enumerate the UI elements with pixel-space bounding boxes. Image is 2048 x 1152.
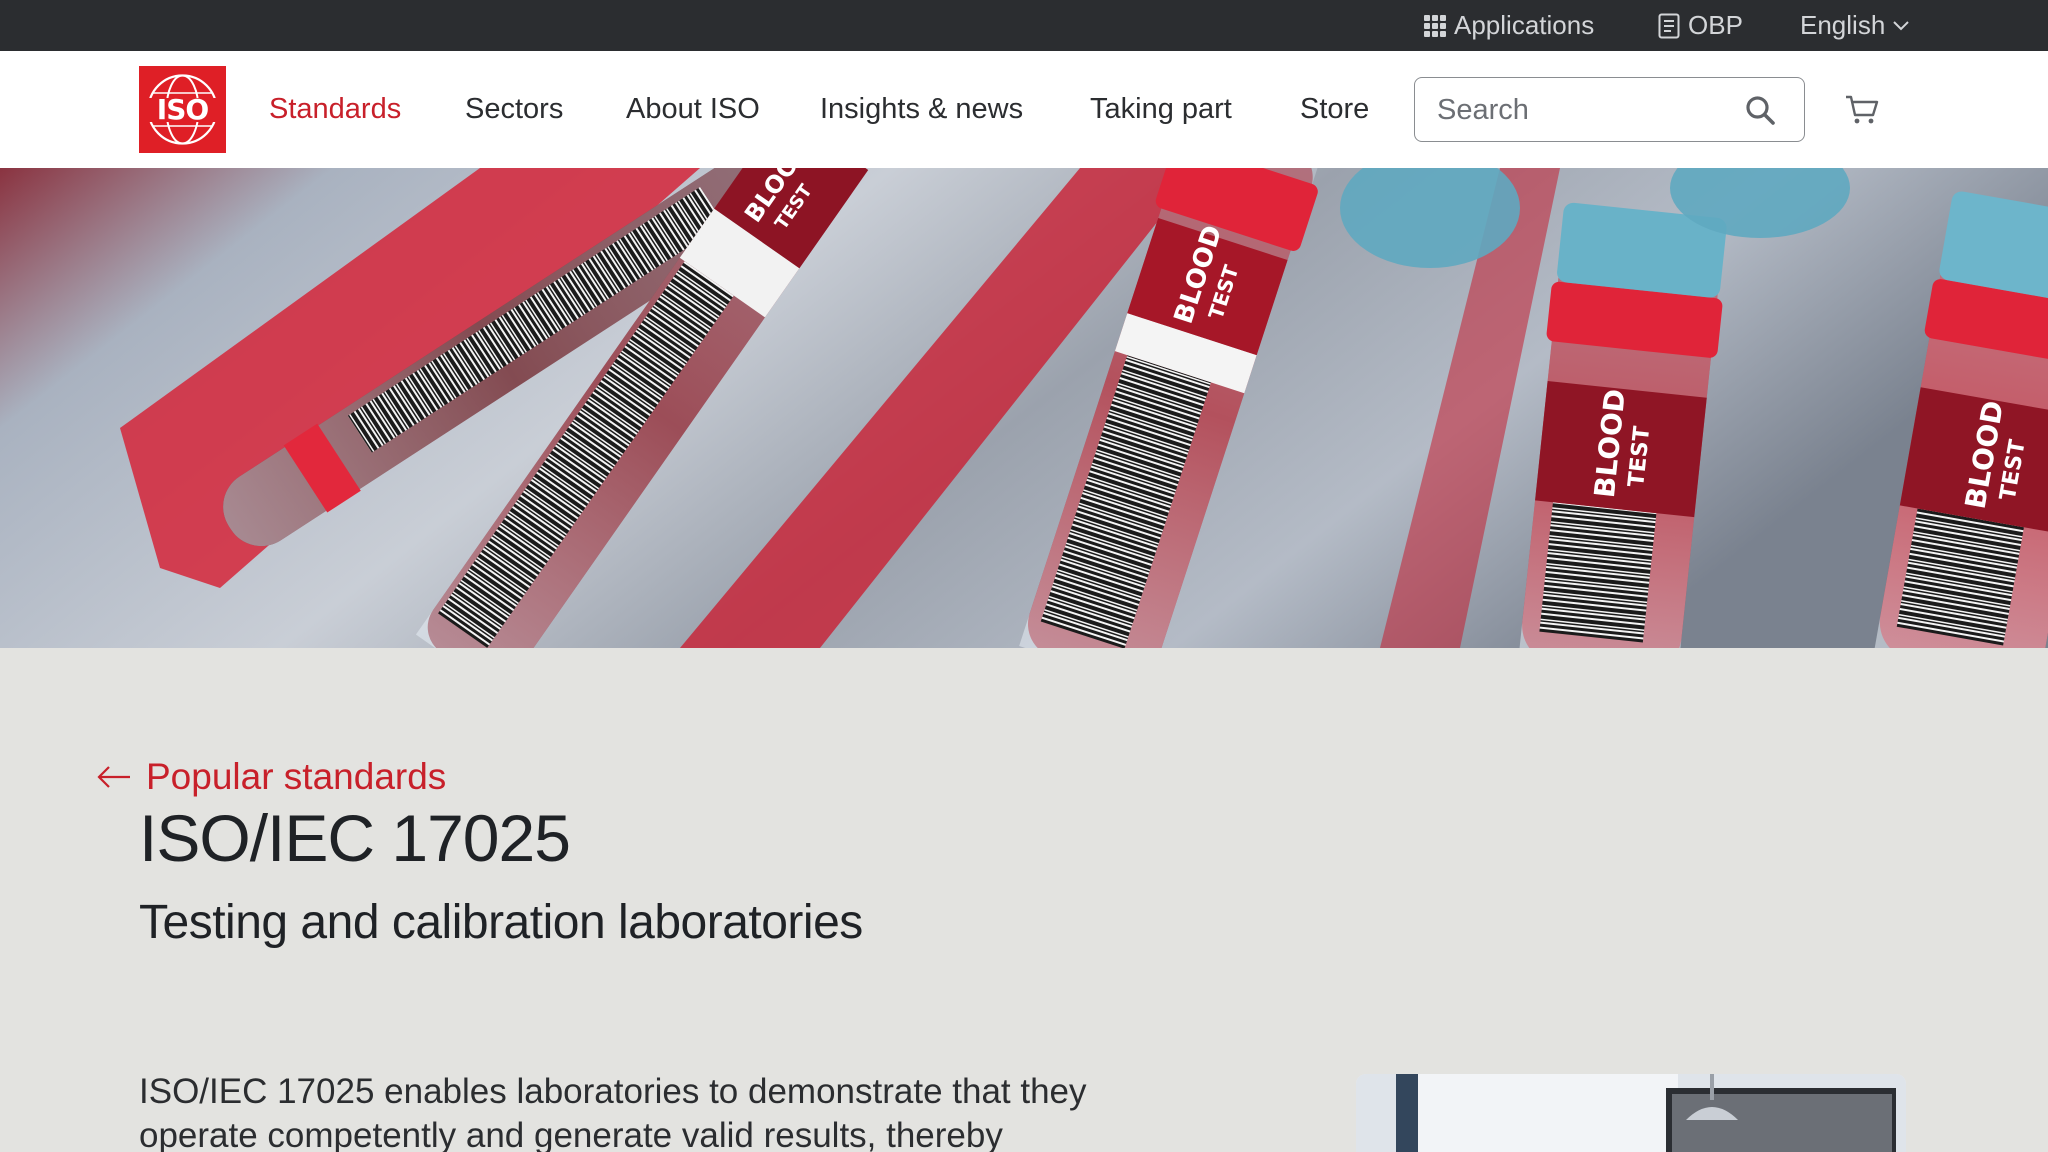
language-selector[interactable]: English xyxy=(1800,0,1909,51)
grid-icon xyxy=(1424,14,1446,37)
nav-sectors[interactable]: Sectors xyxy=(465,51,563,168)
iso-logo[interactable]: ISO xyxy=(139,66,226,153)
obp-link[interactable]: OBP xyxy=(1658,0,1743,51)
nav-taking-part[interactable]: Taking part xyxy=(1090,51,1232,168)
search-button[interactable] xyxy=(1742,92,1778,128)
cart-icon xyxy=(1846,95,1879,124)
hero-image: BLOOD TEST BLOOD TEST BLOOD TEST BLOOD T… xyxy=(0,168,2048,648)
page-subtitle: Testing and calibration laboratories xyxy=(139,896,863,949)
search-icon xyxy=(1746,96,1775,125)
nav-about-iso[interactable]: About ISO xyxy=(626,51,760,168)
chevron-down-icon xyxy=(1893,20,1909,30)
intro-paragraph: ISO/IEC 17025 enables laboratories to de… xyxy=(139,1072,1087,1152)
arrow-left-icon xyxy=(97,766,130,788)
page-title: ISO/IEC 17025 xyxy=(139,801,571,875)
nav-standards[interactable]: Standards xyxy=(269,51,401,168)
cart-button[interactable] xyxy=(1843,91,1881,129)
applications-link[interactable]: Applications xyxy=(1424,0,1594,51)
popular-standards-link[interactable]: Popular standards xyxy=(96,754,446,800)
applications-label: Applications xyxy=(1454,10,1595,40)
iso-logo-mark: ISO xyxy=(145,74,220,145)
main-header: ISO Standards Sectors About ISO Insights… xyxy=(0,51,2048,168)
popular-standards-label: Popular standards xyxy=(146,756,447,797)
lab-photo xyxy=(1356,1074,1906,1152)
blood-test-tubes-illustration: BLOOD TEST BLOOD TEST BLOOD TEST BLOOD T… xyxy=(0,168,2048,648)
iso-logo-text: ISO xyxy=(157,93,209,126)
document-icon xyxy=(1658,13,1680,38)
utility-bar: Applications OBP English xyxy=(0,0,2048,51)
search-input[interactable] xyxy=(1437,90,1727,130)
language-label: English xyxy=(1800,10,1886,40)
nav-insights-news[interactable]: Insights & news xyxy=(820,51,1023,168)
nav-store[interactable]: Store xyxy=(1300,51,1369,168)
obp-label: OBP xyxy=(1688,10,1743,40)
search-box xyxy=(1414,77,1805,142)
side-image xyxy=(1356,1074,1906,1152)
